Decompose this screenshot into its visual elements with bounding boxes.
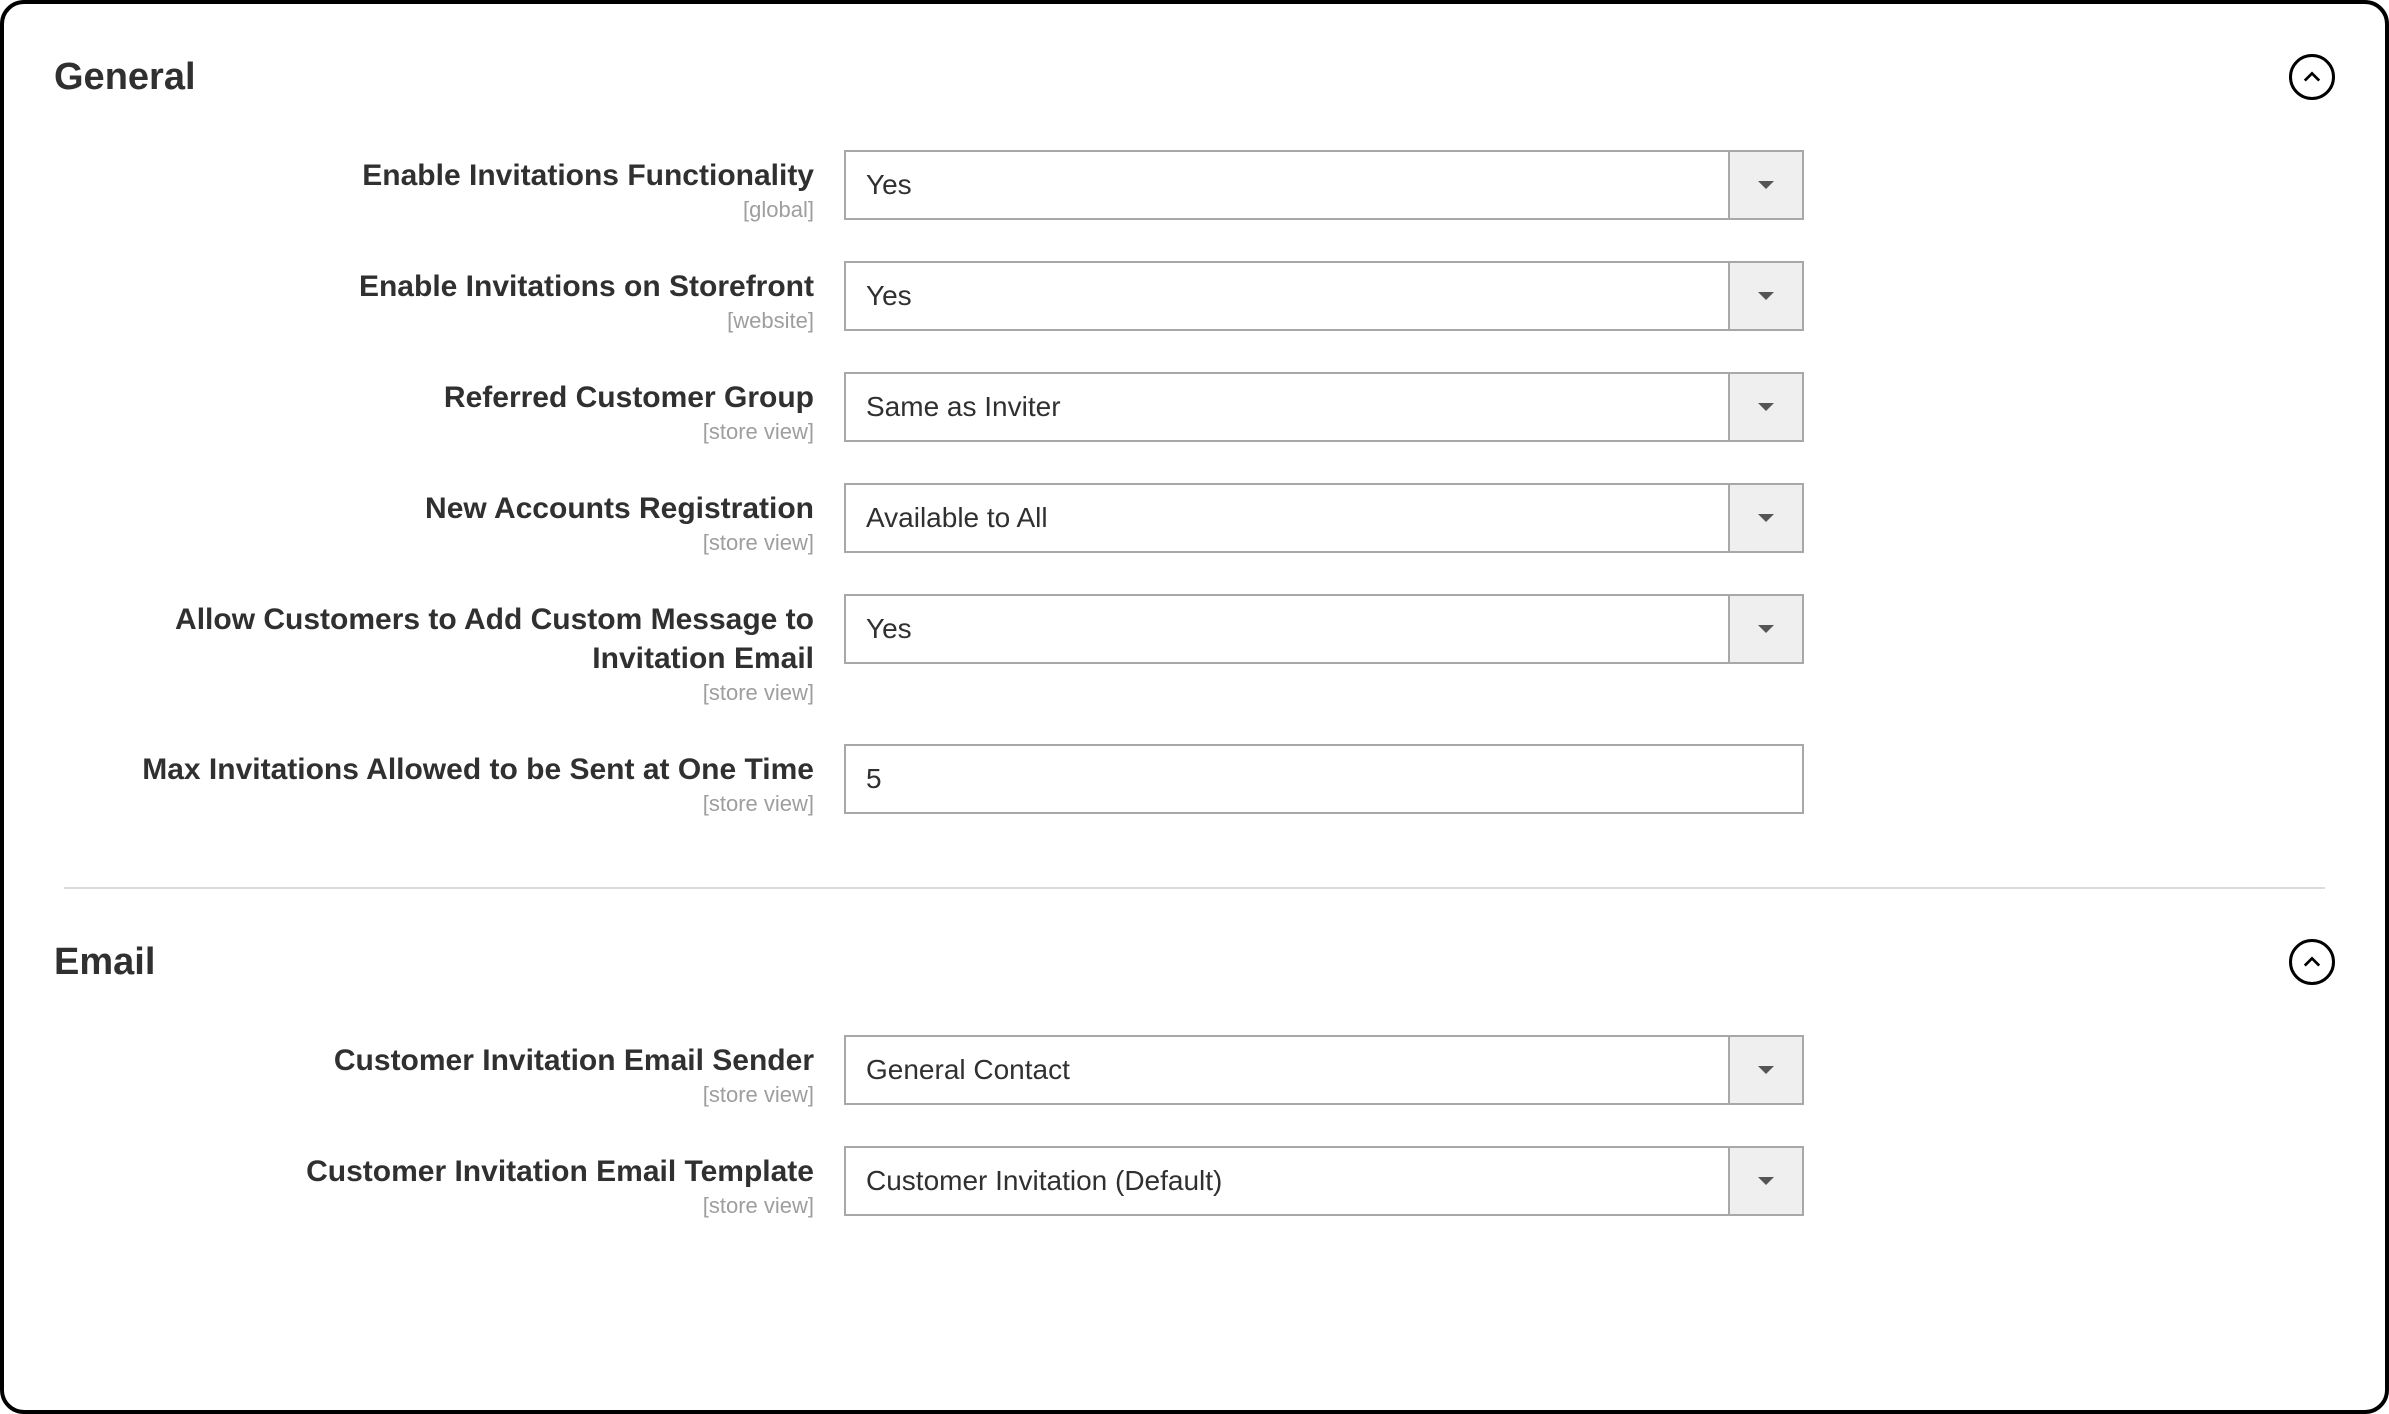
select-value: Same as Inviter xyxy=(846,374,1728,440)
field-max-invitations: Max Invitations Allowed to be Sent at On… xyxy=(64,744,2325,817)
label-col: Customer Invitation Email Sender [store … xyxy=(64,1035,844,1108)
select-value: Customer Invitation (Default) xyxy=(846,1148,1728,1214)
label-col: Customer Invitation Email Template [stor… xyxy=(64,1146,844,1219)
caret-down-icon xyxy=(1756,400,1776,414)
caret-down-icon xyxy=(1756,511,1776,525)
field-new-accounts: New Accounts Registration [store view] A… xyxy=(64,483,2325,556)
caret-down-icon xyxy=(1756,178,1776,192)
control-col: General Contact xyxy=(844,1035,1804,1105)
field-referred-group: Referred Customer Group [store view] Sam… xyxy=(64,372,2325,445)
field-email-sender: Customer Invitation Email Sender [store … xyxy=(64,1035,2325,1108)
caret-down-icon xyxy=(1756,1063,1776,1077)
field-enable-storefront: Enable Invitations on Storefront [websit… xyxy=(64,261,2325,334)
field-label: Customer Invitation Email Sender xyxy=(64,1041,814,1080)
caret-down-icon xyxy=(1756,622,1776,636)
section-email-title: Email xyxy=(54,941,155,984)
control-col: Yes xyxy=(844,594,1804,664)
field-enable-invitations: Enable Invitations Functionality [global… xyxy=(64,150,2325,223)
label-col: Enable Invitations on Storefront [websit… xyxy=(64,261,844,334)
config-window: General Enable Invitations Functionality… xyxy=(0,0,2389,1414)
field-label: Customer Invitation Email Template xyxy=(64,1152,814,1191)
select-value: General Contact xyxy=(846,1037,1728,1103)
caret-down-icon xyxy=(1756,289,1776,303)
max-invitations-input[interactable] xyxy=(844,744,1804,814)
email-sender-select[interactable]: General Contact xyxy=(844,1035,1804,1105)
label-col: Enable Invitations Functionality [global… xyxy=(64,150,844,223)
field-label: Allow Customers to Add Custom Message to… xyxy=(64,600,814,678)
control-col: Yes xyxy=(844,261,1804,331)
select-arrow xyxy=(1728,1037,1802,1103)
control-col: Same as Inviter xyxy=(844,372,1804,442)
section-email-header[interactable]: Email xyxy=(44,929,2345,1015)
field-scope: [store view] xyxy=(64,791,814,817)
field-scope: [store view] xyxy=(64,1193,814,1219)
field-scope: [store view] xyxy=(64,680,814,706)
new-accounts-select[interactable]: Available to All xyxy=(844,483,1804,553)
select-value: Yes xyxy=(846,152,1728,218)
label-col: Max Invitations Allowed to be Sent at On… xyxy=(64,744,844,817)
field-label: Max Invitations Allowed to be Sent at On… xyxy=(64,750,814,789)
section-general-body: Enable Invitations Functionality [global… xyxy=(44,130,2345,867)
field-label: Enable Invitations on Storefront xyxy=(64,267,814,306)
label-col: New Accounts Registration [store view] xyxy=(64,483,844,556)
control-col xyxy=(844,744,1804,814)
field-label: New Accounts Registration xyxy=(64,489,814,528)
enable-storefront-select[interactable]: Yes xyxy=(844,261,1804,331)
field-email-template: Customer Invitation Email Template [stor… xyxy=(64,1146,2325,1219)
field-scope: [website] xyxy=(64,308,814,334)
label-col: Allow Customers to Add Custom Message to… xyxy=(64,594,844,706)
control-col: Yes xyxy=(844,150,1804,220)
field-scope: [store view] xyxy=(64,530,814,556)
caret-down-icon xyxy=(1756,1174,1776,1188)
section-general-title: General xyxy=(54,56,196,99)
field-scope: [store view] xyxy=(64,419,814,445)
field-label: Referred Customer Group xyxy=(64,378,814,417)
label-col: Referred Customer Group [store view] xyxy=(64,372,844,445)
section-email: Email Customer Invitation Email Sender [… xyxy=(44,929,2345,1269)
collapse-general-button[interactable] xyxy=(2289,54,2335,100)
select-arrow xyxy=(1728,485,1802,551)
select-value: Yes xyxy=(846,596,1728,662)
select-arrow xyxy=(1728,374,1802,440)
select-value: Yes xyxy=(846,263,1728,329)
select-arrow xyxy=(1728,263,1802,329)
select-value: Available to All xyxy=(846,485,1728,551)
field-label: Enable Invitations Functionality xyxy=(64,156,814,195)
chevron-up-icon xyxy=(2303,953,2321,971)
field-scope: [store view] xyxy=(64,1082,814,1108)
control-col: Available to All xyxy=(844,483,1804,553)
section-email-body: Customer Invitation Email Sender [store … xyxy=(44,1015,2345,1269)
control-col: Customer Invitation (Default) xyxy=(844,1146,1804,1216)
field-allow-custom-msg: Allow Customers to Add Custom Message to… xyxy=(64,594,2325,706)
section-general: General Enable Invitations Functionality… xyxy=(44,44,2345,867)
select-arrow xyxy=(1728,152,1802,218)
email-template-select[interactable]: Customer Invitation (Default) xyxy=(844,1146,1804,1216)
enable-invitations-select[interactable]: Yes xyxy=(844,150,1804,220)
allow-custom-msg-select[interactable]: Yes xyxy=(844,594,1804,664)
section-general-header[interactable]: General xyxy=(44,44,2345,130)
chevron-up-icon xyxy=(2303,68,2321,86)
field-scope: [global] xyxy=(64,197,814,223)
collapse-email-button[interactable] xyxy=(2289,939,2335,985)
select-arrow xyxy=(1728,596,1802,662)
select-arrow xyxy=(1728,1148,1802,1214)
referred-group-select[interactable]: Same as Inviter xyxy=(844,372,1804,442)
section-divider xyxy=(64,887,2325,889)
